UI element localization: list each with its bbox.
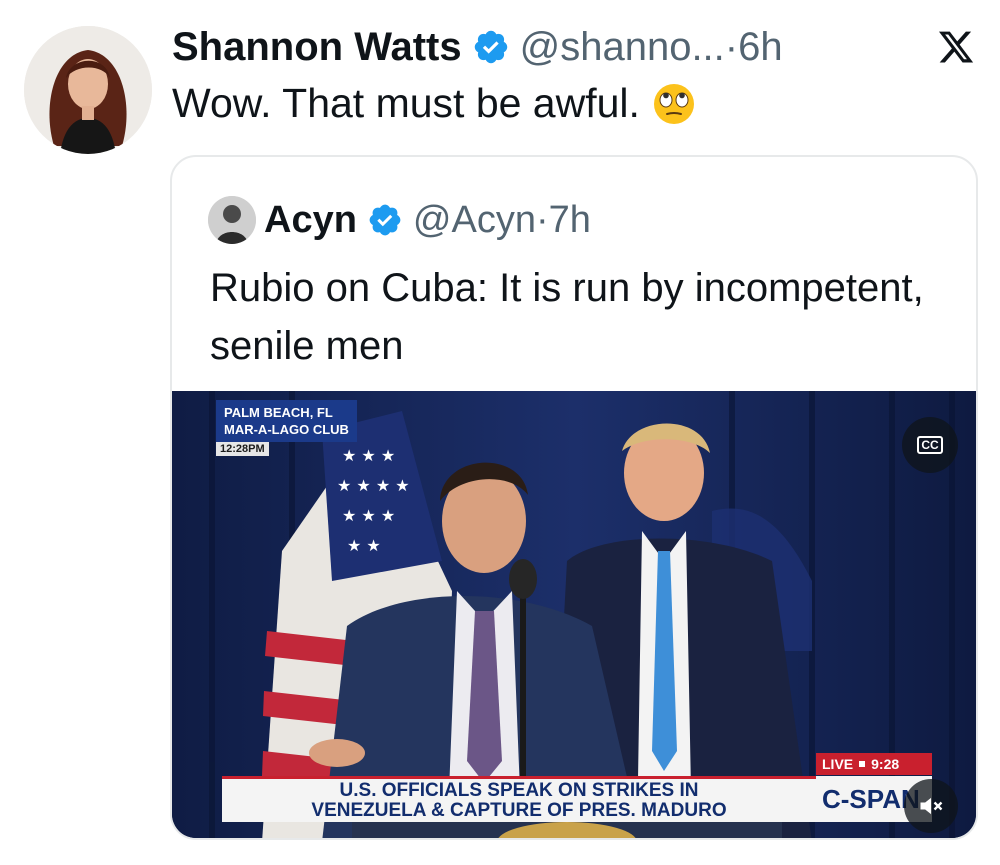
quoted-author-handle[interactable]: @Acyn — [413, 199, 536, 242]
x-logo-icon[interactable] — [936, 28, 976, 66]
tweet-text: Wow. That must be awful. — [172, 80, 696, 127]
headline-line-1: U.S. OFFICIALS SPEAK ON STRIKES IN — [339, 779, 699, 801]
live-indicator: LIVE 9:28 — [816, 753, 932, 775]
dot-separator: · — [535, 198, 549, 241]
tweet-timestamp[interactable]: 6h — [738, 25, 783, 70]
embedded-video-player[interactable]: ★ ★ ★ ★ ★ ★ ★ ★ ★ ★ ★ ★ PALM BEACH, FL M… — [172, 391, 976, 838]
quoted-tweet-timestamp[interactable]: 7h — [549, 199, 591, 242]
face-with-rolling-eyes-icon — [652, 82, 696, 126]
quoted-tweet-header: Acyn @Acyn · 7h — [208, 195, 591, 245]
author-avatar[interactable] — [24, 26, 152, 154]
mute-toggle-button[interactable] — [904, 779, 958, 833]
svg-text:★ ★ ★: ★ ★ ★ — [342, 506, 395, 525]
author-handle[interactable]: @shanno... — [520, 25, 725, 70]
author-avatar-image — [24, 26, 152, 154]
closed-captions-icon: CC — [917, 436, 943, 454]
location-caption: PALM BEACH, FL MAR-A-LAGO CLUB — [216, 400, 357, 442]
tweet-text-content: Wow. That must be awful. — [172, 80, 640, 126]
verified-badge-icon — [472, 28, 510, 66]
live-dot — [859, 761, 866, 767]
live-label: LIVE — [822, 756, 854, 772]
verified-badge-icon — [367, 202, 403, 238]
tweet-header: Shannon Watts @shanno... · 6h — [172, 22, 783, 72]
svg-text:★ ★ ★: ★ ★ ★ — [342, 446, 395, 465]
quoted-tweet-card[interactable]: Acyn @Acyn · 7h Rubio on Cuba: It is run… — [170, 155, 978, 840]
speaker-muted-icon — [920, 797, 943, 815]
author-display-name[interactable]: Shannon Watts — [172, 25, 462, 70]
live-time: 9:28 — [871, 756, 900, 772]
closed-captions-button[interactable]: CC — [902, 417, 958, 473]
quoted-author-avatar[interactable] — [208, 196, 256, 244]
headline-line-2: VENEZUELA & CAPTURE OF PRES. MADURO — [311, 799, 727, 821]
dot-separator: · — [724, 24, 739, 69]
headline-banner: U.S. OFFICIALS SPEAK ON STRIKES IN VENEZ… — [222, 776, 816, 822]
quoted-author-display-name[interactable]: Acyn — [264, 199, 357, 242]
location-line-1: PALM BEACH, FL — [224, 405, 333, 420]
svg-text:★ ★ ★ ★: ★ ★ ★ ★ — [337, 476, 410, 495]
local-time-caption: 12:28PM — [216, 442, 269, 456]
quoted-tweet-text: Rubio on Cuba: It is run by incompetent,… — [210, 266, 924, 368]
svg-text:★ ★: ★ ★ — [347, 536, 381, 555]
location-line-2: MAR-A-LAGO CLUB — [224, 422, 349, 437]
